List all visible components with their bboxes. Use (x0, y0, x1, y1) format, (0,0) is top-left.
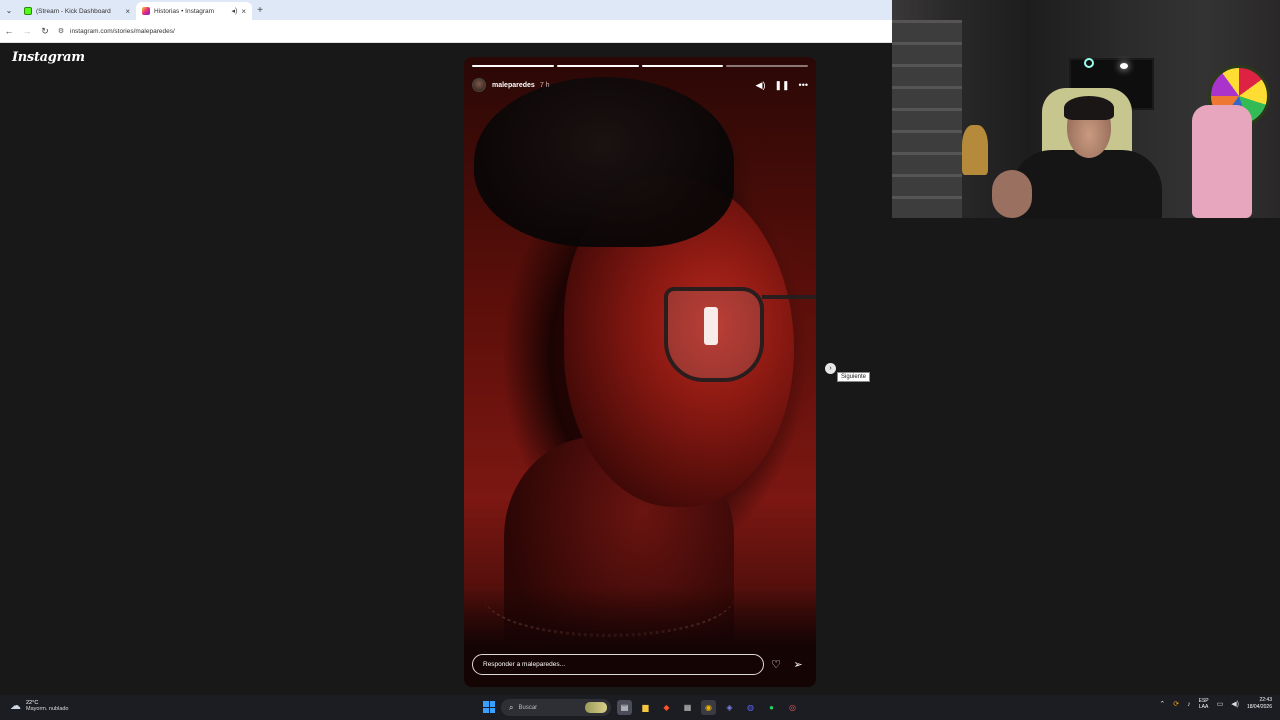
close-icon[interactable]: × (125, 7, 130, 16)
story-progress (472, 65, 808, 67)
screen: ⌄ (Stream - Kick Dashboard × Historias •… (0, 0, 1280, 720)
tab-kick-dashboard[interactable]: (Stream - Kick Dashboard × (18, 2, 136, 20)
instagram-logo[interactable]: Instagram (12, 50, 85, 65)
browser-tabbar: ⌄ (Stream - Kick Dashboard × Historias •… (0, 0, 892, 20)
webcam-ring-light (1084, 58, 1094, 68)
tab-search-dropdown-icon[interactable]: ⌄ (0, 0, 18, 20)
new-tab-button[interactable]: + (252, 5, 268, 16)
progress-segment (472, 65, 554, 67)
network-icon[interactable]: ▭ (1217, 700, 1224, 708)
search-placeholder: Buscar (518, 704, 538, 711)
story-image-glasses-arm (762, 295, 816, 299)
sync-icon[interactable]: ⟳ (1173, 700, 1179, 708)
taskbar-apps: ▤ ▆ ◆ ▦ ◉ ◈ ◍ ● ◎ (617, 700, 800, 715)
story-time: 7 h (539, 81, 550, 89)
avatar[interactable] (472, 78, 486, 92)
taskbar: ☁ 22°C Mayorm. nublado ⌕ Buscar ▤ ▆ ◆ ▦ … (0, 695, 1280, 720)
brave-icon[interactable]: ◆ (659, 700, 674, 715)
story-image-hair (474, 77, 734, 247)
story-controls: ◀) ❚❚ ••• (756, 80, 808, 91)
address-bar: ← → ↻ ⚙ instagram.com/stories/maleparede… (0, 20, 892, 43)
teams-icon[interactable]: ◈ (722, 700, 737, 715)
clock-time: 22:43 (1259, 697, 1272, 703)
story-header: maleparedes 7 h ◀) ❚❚ ••• (472, 75, 808, 95)
chevron-up-icon[interactable]: ⌃ (1159, 700, 1165, 708)
chrome-icon[interactable]: ◉ (701, 700, 716, 715)
calculator-icon[interactable]: ▦ (680, 700, 695, 715)
send-icon[interactable]: ➢ (788, 658, 808, 671)
language-indicator[interactable]: ESP LAA (1199, 698, 1209, 710)
url-field[interactable]: instagram.com/stories/maleparedes/ (70, 28, 175, 35)
volume-icon[interactable]: ◀) (756, 80, 766, 91)
clock[interactable]: 22:43 18/04/2026 (1247, 697, 1272, 711)
webcam-gold-statue (962, 125, 988, 175)
kick-icon (24, 7, 32, 15)
progress-segment (726, 65, 808, 67)
start-button[interactable] (483, 701, 495, 713)
webcam-lamp (1120, 63, 1128, 69)
pause-icon[interactable]: ❚❚ (774, 80, 789, 91)
forward-button[interactable]: → (18, 26, 36, 36)
next-story-button[interactable]: › (825, 363, 836, 374)
speaker-icon[interactable]: ◀) (1231, 700, 1239, 708)
speaker-icon[interactable]: ◂) (231, 7, 237, 15)
webcam-overlay (892, 0, 1280, 218)
story-viewer[interactable]: maleparedes 7 h ◀) ❚❚ ••• Responder a ma… (464, 57, 816, 687)
site-info-icon[interactable]: ⚙ (54, 27, 68, 35)
clock-date: 18/04/2026 (1246, 704, 1272, 710)
discord-icon[interactable]: ◍ (743, 700, 758, 715)
file-explorer-icon[interactable]: ▤ (617, 700, 632, 715)
weather-widget[interactable]: ☁ 22°C Mayorm. nublado (10, 699, 69, 713)
progress-segment (556, 65, 639, 67)
reload-button[interactable]: ↻ (36, 26, 54, 37)
back-button[interactable]: ← (0, 26, 18, 36)
tab-label: Historias • Instagram (154, 7, 215, 15)
reply-input[interactable]: Responder a maleparedes... (472, 653, 764, 675)
webcam-person-hair (1064, 96, 1114, 120)
cloud-icon: ☁ (10, 700, 21, 712)
progress-segment (641, 65, 724, 67)
microphone-icon[interactable]: ♪ (1187, 701, 1191, 708)
tab-instagram-stories[interactable]: Historias • Instagram ◂) × (136, 2, 252, 20)
story-image-glare (704, 307, 718, 345)
system-tray: ⌃ ⟳ ♪ ESP LAA ▭ ◀) 22:43 18/04/2026 (1159, 697, 1272, 711)
close-icon[interactable]: × (241, 7, 246, 16)
more-options-icon[interactable]: ••• (799, 80, 808, 90)
next-tooltip: Siguiente (837, 372, 871, 382)
app-icon[interactable]: ◎ (785, 700, 800, 715)
webcam-person-arm (992, 170, 1032, 218)
weather-condition: Mayorm. nublado (26, 705, 69, 712)
tab-label: (Stream - Kick Dashboard (36, 7, 111, 15)
layout-code: LAA (1198, 704, 1209, 710)
search-icon: ⌕ (509, 702, 514, 712)
taskbar-search[interactable]: ⌕ Buscar (501, 699, 611, 716)
webcam-pink-chair (1192, 105, 1252, 218)
heart-icon[interactable]: ♡ (766, 658, 786, 671)
instagram-icon (142, 7, 150, 15)
webcam-person-body (1012, 150, 1162, 218)
search-highlight-icon (585, 702, 607, 713)
story-reply-bar: Responder a maleparedes... ♡ ➢ (472, 653, 808, 675)
folder-icon[interactable]: ▆ (638, 700, 653, 715)
story-username[interactable]: maleparedes (492, 82, 535, 89)
spotify-icon[interactable]: ● (764, 700, 779, 715)
webcam-shelf (892, 20, 962, 218)
